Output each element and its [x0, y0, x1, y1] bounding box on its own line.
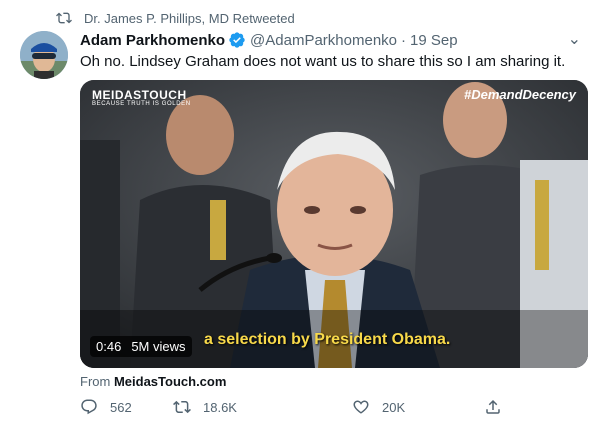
like-button[interactable]: 20K [352, 398, 405, 416]
source-link[interactable]: MeidasTouch.com [114, 374, 226, 389]
video-frame [80, 80, 588, 368]
share-icon [486, 399, 500, 414]
reply-count: 562 [110, 399, 132, 415]
tweet-header: Adam Parkhomenko @AdamParkhomenko · 19 S… [80, 29, 582, 51]
retweet-icon [56, 12, 72, 24]
retweet-count: 18.6K [203, 399, 237, 415]
reply-button[interactable]: 562 [80, 398, 132, 416]
like-count: 20K [382, 399, 406, 415]
video-meta-badge: 0:46 5M views [90, 336, 192, 357]
tweet-date[interactable]: 19 Sep [410, 32, 458, 49]
video-duration: 0:46 [96, 339, 122, 354]
retweet-action-icon [173, 400, 191, 414]
heart-icon [353, 400, 369, 414]
logo-title: MEIDASTOUCH [92, 88, 187, 102]
retweet-button[interactable]: 18.6K [173, 398, 237, 416]
tweet-actions: 562 18.6K 20K [80, 398, 510, 422]
author-name[interactable]: Adam Parkhomenko [80, 32, 225, 49]
video-hashtag: #DemandDecency [464, 87, 576, 102]
retweet-label: Dr. James P. Phillips, MD Retweeted [84, 10, 295, 26]
video-caption: a selection by President Obama. [204, 331, 451, 348]
reply-icon [81, 399, 97, 415]
author-handle[interactable]: @AdamParkhomenko [250, 32, 397, 49]
avatar[interactable] [20, 31, 68, 79]
verified-badge-icon [229, 32, 245, 48]
video-views: 5M views [131, 339, 186, 354]
share-button[interactable] [484, 398, 514, 416]
header-separator: · [401, 31, 407, 49]
meidastouch-logo: MEIDASTOUCH BECAUSE TRUTH IS GOLDEN [92, 88, 191, 107]
source-prefix: From [80, 374, 111, 389]
video-player[interactable]: MEIDASTOUCH BECAUSE TRUTH IS GOLDEN #Dem… [80, 80, 588, 368]
media-source: From MeidasTouch.com [80, 374, 226, 389]
logo-tagline: BECAUSE TRUTH IS GOLDEN [92, 101, 191, 107]
retweet-context[interactable]: Dr. James P. Phillips, MD Retweeted [56, 9, 295, 27]
more-options-icon[interactable]: ⌄ [568, 29, 582, 49]
tweet-text: Oh no. Lindsey Graham does not want us t… [80, 53, 566, 70]
